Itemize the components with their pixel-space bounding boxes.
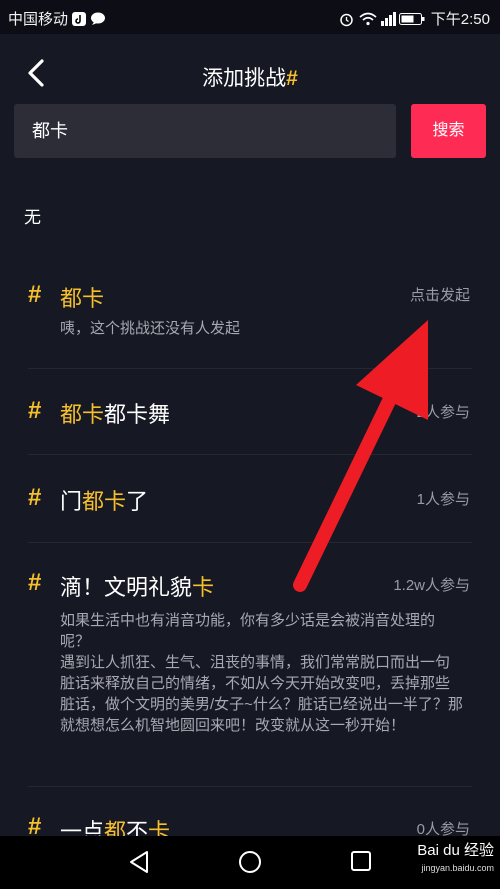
hashtag-icon: # [28,569,42,596]
search-input[interactable]: 都卡 [14,104,396,158]
baidu-watermark: Bai du 经验 jingyan.baidu.com [417,843,494,876]
title-highlight: 都 [104,819,127,836]
title-prefix: 门 [60,489,83,514]
challenge-description: 如果生活中也有消音功能，你有多少话是会被消音处理的呢？ 遇到让人抓狂、生气、沮丧… [60,612,463,734]
battery-icon [398,12,425,26]
divider [28,542,472,543]
challenge-item-2[interactable]: # 都卡都卡舞 2人参与 [0,392,500,446]
title-hash-icon: # [286,67,298,90]
wifi-icon [359,12,377,26]
watermark-brand: Bai du 经验 [417,842,494,859]
challenge-title: 都卡都卡舞 [60,397,170,429]
title-highlight: 都卡 [82,489,127,514]
start-challenge-link[interactable]: 点击发起 [410,284,470,305]
search-button[interactable]: 搜索 [411,104,486,158]
nav-back-button[interactable] [128,850,150,879]
triangle-back-icon [130,851,148,873]
title-mid: 不 [126,819,149,836]
nav-home-button[interactable] [238,850,262,879]
status-bar: 中国移动 下午2:50 [0,0,500,34]
title-highlight: 卡 [192,575,215,600]
top-header: 添加挑战# [0,46,500,102]
tiktok-notification-icon [72,11,87,26]
search-input-value: 都卡 [32,121,68,141]
divider [28,786,472,787]
hashtag-icon: # [28,281,42,308]
square-recents-icon [351,851,371,871]
title-prefix: 滴！文明礼貌 [60,575,193,600]
page-title-text: 添加挑战 [202,67,287,90]
title-prefix: 一点 [60,819,105,836]
challenge-title: 门都卡了 [60,484,148,516]
challenge-item-4[interactable]: # 滴！文明礼貌卡 1.2w人参与 如果生活中也有消音功能，你有多少话是会被消音… [0,566,500,766]
divider [28,454,472,455]
section-label: 无 [24,208,41,227]
title-highlight: 都卡 [60,402,105,427]
challenge-title: 都卡 [60,281,104,313]
participant-count: 2人参与 [416,404,470,421]
participant-count: 1人参与 [416,491,470,508]
page-title: 添加挑战# [0,62,500,92]
carrier-label: 中国移动 [8,11,69,28]
participant-count: 1.2w人参与 [393,577,470,594]
challenge-title: 滴！文明礼貌卡 [60,570,214,602]
signal-icon [379,11,396,26]
alarm-icon [339,12,353,26]
title-rest: 都卡舞 [104,402,171,427]
hashtag-icon: # [28,484,42,511]
circle-home-icon [239,851,261,873]
title-highlight-2: 卡 [148,819,171,836]
participant-count: 0人参与 [416,821,470,836]
challenge-description: 咦，这个挑战还没有人发起 [60,320,241,337]
watermark-url: jingyan.baidu.com [421,863,494,873]
divider [28,368,472,369]
clock-label: 下午2:50 [430,11,490,28]
challenge-title: 一点都不卡 [60,814,170,836]
title-rest: 了 [126,489,149,514]
search-button-label: 搜索 [432,122,465,139]
message-notification-icon [90,12,106,26]
title-highlight: 都卡 [60,286,105,311]
hashtag-icon: # [28,813,42,836]
nav-recents-button[interactable] [350,850,372,877]
challenge-item-1[interactable]: # 都卡 点击发起 咦，这个挑战还没有人发起 [0,276,500,368]
hashtag-icon: # [28,397,42,424]
challenge-item-5[interactable]: # 一点都不卡 0人参与 [0,810,500,836]
challenge-item-3[interactable]: # 门都卡了 1人参与 [0,479,500,533]
